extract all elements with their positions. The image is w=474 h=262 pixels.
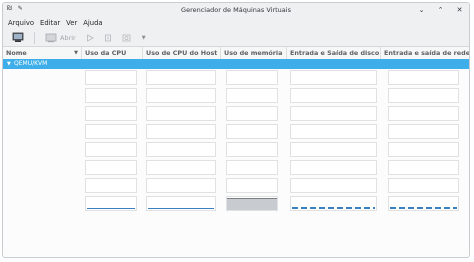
column-network-io[interactable]: Entrada e saída de rede [381, 47, 470, 59]
graph-cell-network-io [388, 88, 459, 103]
graph-cell-host-cpu [146, 106, 216, 121]
graph-line [227, 198, 277, 210]
graph-cell-host-cpu [146, 124, 216, 139]
graph-cell-network-io [388, 196, 459, 211]
graph-cell-cpu [85, 88, 137, 103]
menu-editar[interactable]: Editar [40, 17, 60, 29]
graph-line [390, 207, 457, 209]
graph-cell-memory [226, 106, 278, 121]
column-host-cpu-usage-label: Uso de CPU do Host [146, 49, 218, 57]
title-bar: ₪ ✎ Gerenciador de Máquinas Virtuais ⌄ ⌃… [3, 3, 469, 18]
graph-cell-disk-io [290, 106, 377, 121]
minimize-chevron-down-icon[interactable]: ⌄ [417, 5, 426, 14]
graph-cell-cpu [85, 124, 137, 139]
graph-cell-cpu [85, 70, 137, 85]
graph-cell-network-io [388, 142, 459, 157]
column-disk-io-label: Entrada e Saída de disco [290, 49, 380, 57]
expander-chevron-down-icon[interactable]: ▼ [7, 59, 11, 69]
pause-button[interactable] [101, 31, 115, 45]
window-title: Gerenciador de Máquinas Virtuais [181, 6, 291, 14]
graph-cell-disk-io [290, 178, 377, 193]
toolbar: Abrir ▼ [3, 29, 469, 47]
graph-cell-disk-io [290, 196, 377, 211]
graph-cell-disk-io [290, 88, 377, 103]
graph-cell-network-io [388, 70, 459, 85]
shutdown-icon [122, 34, 131, 41]
graph-cell-memory [226, 88, 278, 103]
graph-line [292, 207, 375, 209]
graph-cell-network-io [388, 178, 459, 193]
pause-icon [104, 34, 111, 41]
connection-row-qemu-kvm[interactable]: ▼ QEMU/KVM [3, 59, 469, 69]
close-icon[interactable]: ✕ [455, 5, 464, 14]
menu-ajuda[interactable]: Ajuda [83, 17, 102, 29]
graph-cell-disk-io [290, 70, 377, 85]
graph-cell-memory [226, 178, 278, 193]
graph-cell-cpu [85, 160, 137, 175]
run-button[interactable] [83, 31, 97, 45]
virt-manager-window: ₪ ✎ Gerenciador de Máquinas Virtuais ⌄ ⌃… [2, 2, 470, 258]
sort-chevron-down-icon: ▼ [74, 50, 78, 56]
graph-cell-network-io [388, 160, 459, 175]
graph-cell-disk-io [290, 160, 377, 175]
graph-cell-memory [226, 196, 278, 211]
graph-cell-memory [226, 142, 278, 157]
menu-ver[interactable]: Ver [66, 17, 77, 29]
graph-cell-memory [226, 124, 278, 139]
chevron-down-icon: ▼ [141, 34, 146, 41]
monitor-icon [12, 32, 24, 42]
shutdown-button[interactable] [119, 31, 135, 45]
graph-cell-host-cpu [146, 160, 216, 175]
column-memory-usage-label: Uso de memória [224, 49, 283, 57]
graph-cell-cpu [85, 142, 137, 157]
console-icon [45, 33, 57, 42]
graph-cell-host-cpu [146, 178, 216, 193]
graph-cell-memory [226, 160, 278, 175]
shutdown-dropdown[interactable]: ▼ [139, 31, 149, 45]
graph-line [87, 208, 135, 209]
graph-cell-disk-io [290, 124, 377, 139]
graph-cell-host-cpu [146, 70, 216, 85]
graph-cell-memory [226, 70, 278, 85]
graph-cell-network-io [388, 124, 459, 139]
graph-cell-host-cpu [146, 142, 216, 157]
column-cpu-usage-label: Uso da CPU [85, 49, 127, 57]
connection-name: QEMU/KVM [14, 60, 48, 67]
menu-bar: Arquivo Editar Ver Ajuda [3, 17, 469, 29]
graph-cell-disk-io [290, 142, 377, 157]
column-network-io-label: Entrada e saída de rede [384, 49, 470, 57]
new-vm-button[interactable] [9, 31, 27, 45]
column-host-cpu-usage[interactable]: Uso de CPU do Host [143, 47, 221, 59]
graph-cell-network-io [388, 106, 459, 121]
graph-line [148, 208, 214, 209]
toolbar-separator [34, 31, 35, 44]
column-name[interactable]: Nome ▼ [3, 47, 82, 59]
column-cpu-usage[interactable]: Uso da CPU [82, 47, 143, 59]
column-memory-usage[interactable]: Uso de memória [221, 47, 287, 59]
graph-cell-cpu [85, 196, 137, 211]
graph-cell-cpu [85, 106, 137, 121]
column-name-label: Nome [6, 49, 27, 57]
graph-cell-cpu [85, 178, 137, 193]
column-disk-io[interactable]: Entrada e Saída de disco [287, 47, 381, 59]
menu-arquivo[interactable]: Arquivo [8, 17, 34, 29]
graph-cell-host-cpu [146, 196, 216, 211]
play-icon [86, 33, 94, 42]
maximize-chevron-up-icon[interactable]: ⌃ [436, 5, 445, 14]
open-button-label: Abrir [60, 33, 76, 42]
graph-cell-host-cpu [146, 88, 216, 103]
open-button[interactable]: Abrir [42, 31, 79, 45]
